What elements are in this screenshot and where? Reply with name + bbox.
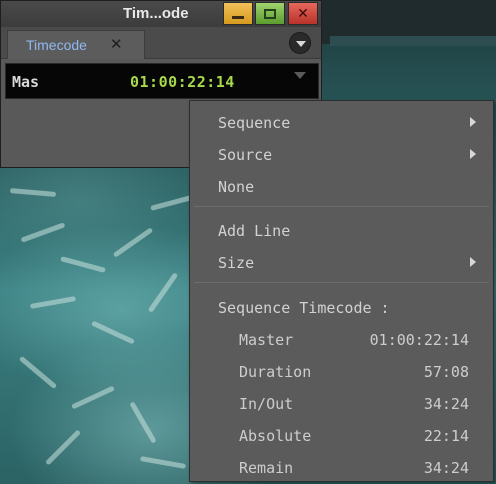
timecode-label: Mas — [12, 73, 40, 91]
fish — [20, 222, 66, 243]
fish — [147, 272, 179, 313]
fish — [60, 256, 106, 273]
fish — [129, 401, 157, 444]
submenu-arrow-icon — [470, 149, 476, 159]
menu-item-sequence[interactable]: Sequence — [218, 114, 290, 132]
tab-timecode[interactable]: Timecode ✕ — [7, 30, 145, 59]
row-label-absolute[interactable]: Absolute — [239, 427, 311, 445]
submenu-arrow-icon — [470, 117, 476, 127]
tab-menu-dropdown-icon[interactable] — [289, 32, 311, 54]
title-bar[interactable]: Tim...ode ✕ — [1, 1, 321, 27]
row-value-master[interactable]: 01:00:22:14 — [370, 331, 469, 349]
row-label-duration[interactable]: Duration — [239, 363, 311, 381]
section-header-sequence-timecode: Sequence Timecode : — [218, 299, 390, 317]
chevron-down-icon[interactable] — [294, 72, 306, 79]
fish — [71, 385, 115, 410]
row-value-absolute[interactable]: 22:14 — [424, 427, 469, 445]
fish — [29, 296, 77, 309]
menu-separator — [194, 206, 489, 207]
minimize-button[interactable] — [223, 2, 253, 25]
minimize-icon — [224, 3, 252, 24]
row-label-master[interactable]: Master — [239, 331, 293, 349]
fish — [91, 320, 135, 345]
row-label-remain[interactable]: Remain — [239, 459, 293, 477]
close-button[interactable]: ✕ — [288, 2, 318, 25]
menu-item-add-line[interactable]: Add Line — [218, 222, 290, 240]
row-value-in-out[interactable]: 34:24 — [424, 395, 469, 413]
context-menu: Sequence Source None Add Line Size Seque… — [189, 100, 494, 482]
menu-item-none[interactable]: None — [218, 178, 254, 196]
row-label-in-out[interactable]: In/Out — [239, 395, 293, 413]
close-icon: ✕ — [297, 5, 309, 22]
row-value-remain[interactable]: 34:24 — [424, 459, 469, 477]
fish — [44, 429, 82, 466]
timecode-display[interactable]: Mas 01:00:22:14 — [5, 63, 319, 99]
fish — [18, 355, 58, 390]
fish — [139, 456, 187, 469]
menu-item-source[interactable]: Source — [218, 146, 272, 164]
menu-item-size[interactable]: Size — [218, 254, 254, 272]
fish — [9, 188, 57, 197]
tab-label: Timecode — [26, 37, 87, 53]
window-title: Tim...ode — [123, 5, 189, 22]
submenu-arrow-icon — [470, 257, 476, 267]
row-value-duration[interactable]: 57:08 — [424, 363, 469, 381]
timecode-value: 01:00:22:14 — [130, 73, 235, 91]
menu-separator — [194, 282, 489, 283]
tab-close-icon[interactable]: ✕ — [110, 35, 123, 53]
maximize-icon — [256, 3, 284, 24]
tab-bar: Timecode ✕ — [1, 27, 321, 59]
fish — [112, 227, 154, 258]
maximize-button[interactable] — [255, 2, 285, 25]
